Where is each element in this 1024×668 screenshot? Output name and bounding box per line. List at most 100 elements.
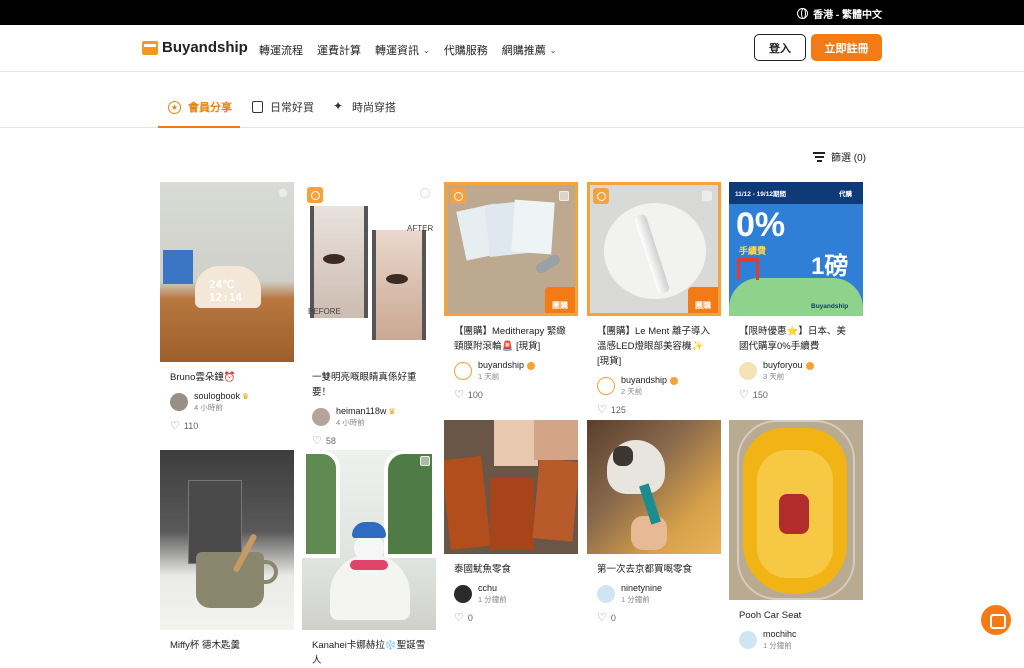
like-button[interactable]: ♡ 110 <box>160 419 294 432</box>
post-image <box>444 420 578 554</box>
post-time: 1 分鐘前 <box>621 595 650 604</box>
star-icon: ★ <box>168 100 181 114</box>
heart-icon: ♡ <box>454 612 464 624</box>
like-button[interactable]: ♡ 100 <box>444 388 578 401</box>
promo-brand: Buyandship <box>811 303 849 310</box>
promo-price: 1磅 <box>811 253 849 280</box>
top-bar: 香港 - 繁體中文 <box>0 0 1024 25</box>
header: Buyandship 轉運流程 運費計算 轉運資訊 ⌄ 代購服務 網購推薦 ⌄ 登入… <box>0 25 1024 72</box>
post-time: 1 天前 <box>478 372 500 381</box>
post-image: 團購 <box>444 182 578 316</box>
post-time: 3 天前 <box>763 372 785 381</box>
nav-label: 代購服務 <box>443 45 488 57</box>
post-author[interactable]: buyandship 2 天前 <box>587 375 721 397</box>
chat-bubble-icon[interactable] <box>981 605 1011 635</box>
like-count: 58 <box>325 435 336 446</box>
filter-button[interactable]: 篩選 (0) <box>813 149 866 164</box>
post-author[interactable]: buyandship 1 天前 <box>444 360 578 382</box>
select-checkbox-icon[interactable] <box>420 456 430 466</box>
author-name: buyandship <box>621 375 668 385</box>
group-buy-corner-icon <box>307 187 323 203</box>
sparkle-icon <box>333 99 345 113</box>
post-author[interactable]: buyforyou 3 天前 <box>729 360 863 382</box>
nav-item-recommend[interactable]: 網購推薦 ⌄ <box>502 42 557 58</box>
avatar <box>739 631 757 649</box>
box-logo-icon <box>142 40 158 55</box>
select-circle-icon[interactable] <box>420 188 430 198</box>
post-title: 一雙明亮嘅眼睛真係好重要！ <box>312 372 417 398</box>
heart-icon: ♡ <box>597 612 607 624</box>
post-title: Pooh Car Seat <box>739 610 802 621</box>
heart-icon: ♡ <box>597 404 607 416</box>
like-count: 125 <box>610 404 626 415</box>
like-button[interactable]: ♡ 0 <box>587 611 721 624</box>
like-button[interactable]: ♡ 150 <box>729 388 863 401</box>
nav-label: 轉運資訊 <box>375 45 419 57</box>
post-card[interactable]: 團購 【團購】Le Ment 離子導入溫感LED燈眼部美容機✨ [現貨] buy… <box>587 182 721 416</box>
avatar <box>454 585 472 603</box>
select-checkbox-icon[interactable] <box>702 191 712 201</box>
post-title: Miffy杯 德木匙羹 <box>170 640 241 651</box>
logo[interactable]: Buyandship <box>142 39 248 56</box>
post-image: 團購 <box>587 182 721 316</box>
nav-label: 運費計算 <box>317 45 361 57</box>
post-title: 泰國魷魚零食 <box>454 564 512 575</box>
heart-icon: ♡ <box>454 389 464 401</box>
heart-icon: ♡ <box>170 420 180 432</box>
filter-label: 篩選 (0) <box>831 153 866 164</box>
author-name: soulogbook <box>194 391 241 401</box>
author-name: mochihc <box>763 629 797 639</box>
post-time: 1 分鐘前 <box>478 595 507 604</box>
post-card[interactable]: Pooh Car Seat mochihc 1 分鐘前 <box>729 420 863 651</box>
post-card[interactable]: 第一次去京都買嘅零食 ninetynine 1 分鐘前 ♡ 0 <box>587 420 721 624</box>
post-title: Kanahei卡娜赫拉❄️聖誕雪人 <box>312 640 426 666</box>
promo-image: 11/12 - 19/12期間 代購 0% 手續費 1磅 Buyandship <box>729 182 863 316</box>
post-card[interactable]: Kanahei卡娜赫拉❄️聖誕雪人 <box>302 450 436 668</box>
globe-icon <box>797 8 809 19</box>
heart-icon: ♡ <box>739 389 749 401</box>
post-image <box>302 450 436 630</box>
post-card[interactable]: BEFORE AFTER 一雙明亮嘅眼睛真係好重要！ heiman118w ♛ 4… <box>302 182 436 447</box>
post-author[interactable]: cchu 1 分鐘前 <box>444 583 578 605</box>
tab-member-share[interactable]: ★ 會員分享 <box>168 99 232 115</box>
post-card[interactable]: 團購 【團購】Meditherapy 緊緻頸膜附滾輪🚨 [現貨] buyands… <box>444 182 578 401</box>
region-selector[interactable]: 香港 - 繁體中文 <box>797 6 882 21</box>
chevron-down-icon: ⌄ <box>549 45 557 55</box>
tab-fashion[interactable]: 時尚穿搭 <box>333 99 396 115</box>
group-buy-tag: 團購 <box>688 287 718 313</box>
nav-item-shipping-info[interactable]: 轉運資訊 ⌄ <box>375 42 430 58</box>
nav-item-purchase-service[interactable]: 代購服務 <box>444 42 488 58</box>
signup-button[interactable]: 立即註冊 <box>811 34 882 61</box>
post-author[interactable]: mochihc 1 分鐘前 <box>729 629 863 651</box>
post-card[interactable]: 11/12 - 19/12期間 代購 0% 手續費 1磅 Buyandship … <box>729 182 863 401</box>
post-image <box>729 420 863 600</box>
select-circle-icon[interactable] <box>278 188 288 198</box>
crown-icon: ♛ <box>242 392 250 401</box>
promo-sub: 手續費 <box>739 246 767 256</box>
post-image <box>160 450 294 630</box>
post-title: 【團購】Meditherapy 緊緻頸膜附滾輪🚨 [現貨] <box>454 326 566 352</box>
shopping-bag-icon <box>252 101 263 113</box>
select-checkbox-icon[interactable] <box>559 191 569 201</box>
nav-item-process[interactable]: 轉運流程 <box>259 42 303 58</box>
post-author[interactable]: heiman118w ♛ 4 小時前 <box>302 406 436 428</box>
nav-item-shipping-calc[interactable]: 運費計算 <box>317 42 361 58</box>
author-name: buyandship <box>478 360 525 370</box>
like-button[interactable]: ♡ 58 <box>302 434 436 447</box>
tab-daily-deals[interactable]: 日常好買 <box>252 99 314 115</box>
like-button[interactable]: ♡ 0 <box>444 611 578 624</box>
filter-icon <box>813 152 825 162</box>
post-author[interactable]: ninetynine 1 分鐘前 <box>587 583 721 605</box>
post-card[interactable]: 泰國魷魚零食 cchu 1 分鐘前 ♡ 0 <box>444 420 578 624</box>
post-title: Bruno雲朵鐘⏰ <box>170 372 236 383</box>
like-button[interactable]: ♡ 125 <box>587 403 721 416</box>
crown-icon: ♛ <box>388 407 396 416</box>
post-card[interactable]: 24℃ 12:14 Bruno雲朵鐘⏰ soulogbook ♛ 4 小時前 ♡ 11… <box>160 182 294 432</box>
post-time: 4 小時前 <box>336 418 365 427</box>
post-author[interactable]: soulogbook ♛ 4 小時前 <box>160 391 294 413</box>
post-title: 【團購】Le Ment 離子導入溫感LED燈眼部美容機✨ [現貨] <box>597 326 710 367</box>
tab-label: 時尚穿搭 <box>352 102 396 114</box>
heart-icon: ♡ <box>312 435 322 447</box>
post-card[interactable]: Miffy杯 德木匙羹 <box>160 450 294 653</box>
login-button[interactable]: 登入 <box>754 34 806 61</box>
